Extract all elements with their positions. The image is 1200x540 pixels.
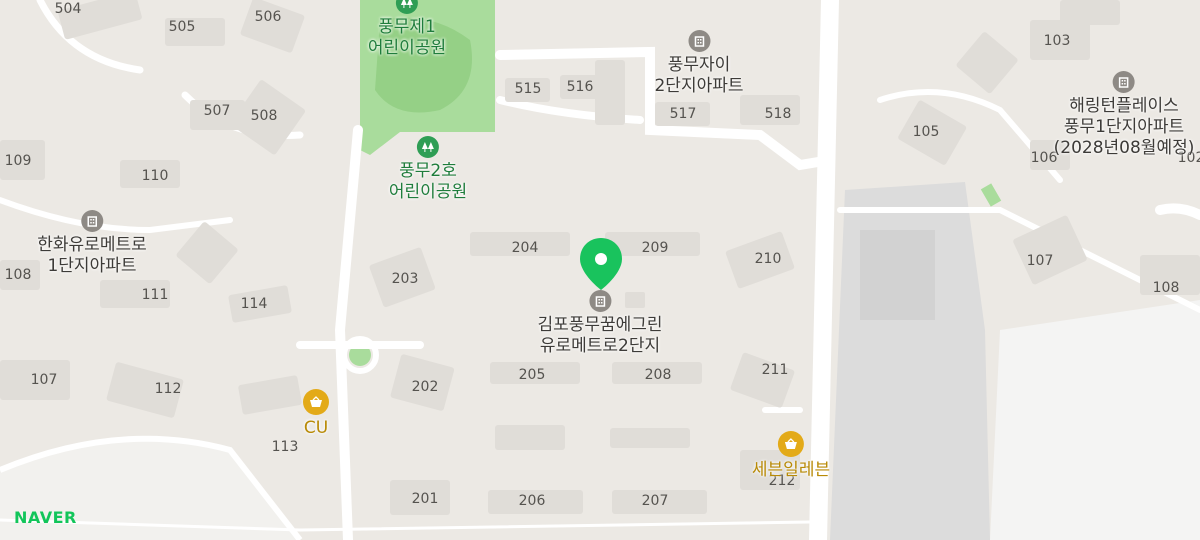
apartment-name: 풍무자이 [667,55,731,75]
building-number-label: 508 [250,108,278,124]
selected-place-poi[interactable]: 김포풍무꿈에그린 유로메트로2단지 [537,290,663,357]
building-number-label: 507 [203,103,231,119]
building-number-label: 517 [669,106,697,122]
park-poi[interactable]: 풍무제1 어린이공원 [368,0,446,59]
building-number-label: 112 [154,381,182,397]
park-poi[interactable]: 풍무2호 어린이공원 [389,136,467,203]
building-number-label: 205 [518,367,546,383]
naver-logo[interactable]: NAVER [14,508,77,527]
building-number-label: 105 [912,124,940,140]
building-number-label: 207 [641,493,669,509]
building-number-label: 206 [518,493,546,509]
building-number-label: 110 [141,168,169,184]
building-number-label: 210 [754,251,782,267]
building-number-label: 504 [54,1,82,17]
apartment-poi[interactable]: 한화유로메트로 1단지아파트 [37,210,147,277]
park-name: 풍무제1 [378,17,436,37]
map-canvas[interactable]: 504 505 506 507 508 515 516 517 518 109 … [0,0,1200,540]
building-number-label: 113 [271,439,299,455]
selected-place-name: 유로메트로2단지 [539,336,661,356]
building-number-label: 103 [1043,33,1071,49]
apartment-icon [1112,71,1135,93]
park-name: 어린이공원 [367,38,447,58]
store-name: 세븐일레븐 [751,460,831,480]
apartment-name: 풍무1단지아파트 [1063,117,1185,137]
apartment-poi[interactable]: 풍무자이 2단지아파트 [654,30,744,97]
tree-icon [416,136,439,158]
building-number-label: 108 [1152,280,1180,296]
park-name: 어린이공원 [388,182,468,202]
shopping-basket-icon [777,431,804,457]
store-poi[interactable]: CU [303,389,329,439]
apartment-icon [688,30,710,52]
apartment-poi[interactable]: 해링턴플레이스 풍무1단지아파트 (2028년08월예정) [1053,71,1195,159]
building-number-label: 211 [761,362,789,378]
tree-icon [395,0,418,14]
building-number-label: 111 [141,287,169,303]
building-number-label: 516 [566,79,594,95]
building-number-label: 114 [240,296,268,312]
building-number-label: 204 [511,240,539,256]
building-number-label: 107 [1026,253,1054,269]
store-name: CU [303,418,329,438]
apartment-icon [589,290,611,312]
park-name: 풍무2호 [399,161,457,181]
apartment-name: (2028년08월예정) [1053,138,1195,158]
shopping-basket-icon [303,389,329,415]
building-number-label: 201 [411,491,439,507]
selected-place-name: 김포풍무꿈에그린 [537,315,663,335]
building-number-label: 202 [411,379,439,395]
store-poi[interactable]: 세븐일레븐 [752,431,830,481]
building-number-label: 208 [644,367,672,383]
apartment-name: 해링턴플레이스 [1069,96,1179,116]
location-pin-icon[interactable] [578,236,624,292]
building-number-label: 109 [4,153,32,169]
apartment-name: 2단지아파트 [654,76,744,96]
apartment-icon [80,210,103,232]
building-number-label: 506 [254,9,282,25]
building-number-label: 209 [641,240,669,256]
building-number-label: 108 [4,267,32,283]
building-number-label: 505 [168,19,196,35]
building-number-label: 203 [391,271,419,287]
building-number-label: 107 [30,372,58,388]
building-number-label: 518 [764,106,792,122]
apartment-name: 한화유로메트로 [37,235,147,255]
apartment-name: 1단지아파트 [47,256,137,276]
building-number-label: 515 [514,81,542,97]
